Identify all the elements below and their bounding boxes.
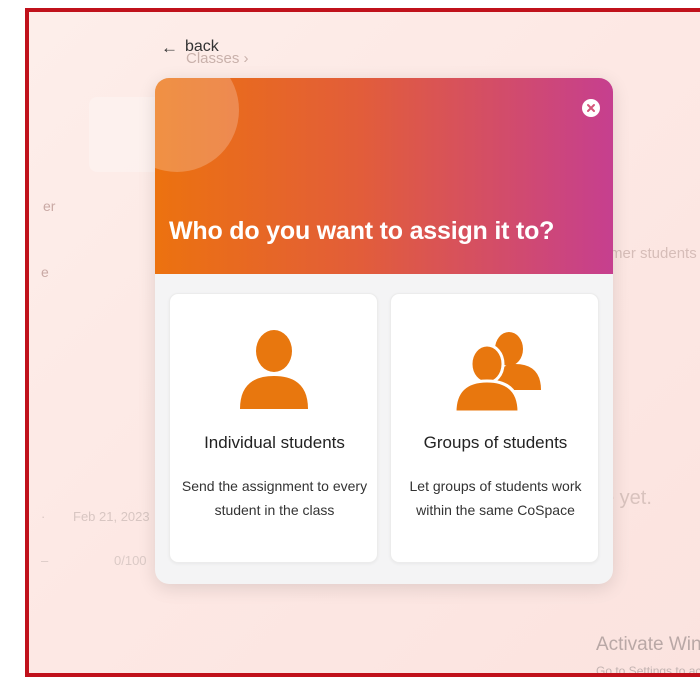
group-icon [453, 332, 541, 412]
background-fragment: e [41, 264, 49, 280]
option-description: Let groups of students work within the s… [409, 478, 582, 518]
question-mark-icon: ? [155, 78, 239, 172]
background-score: 0/100 [114, 553, 147, 568]
background-dash: – [41, 553, 49, 568]
option-individual-students[interactable]: Individual students Send the assignment … [169, 293, 378, 563]
modal-header: ? Who do you want to assign it to? [155, 78, 613, 274]
background-dot: · [41, 509, 46, 524]
background-fragment: er [43, 198, 56, 214]
arrow-left-icon: ← [161, 37, 178, 57]
person-icon [240, 330, 308, 409]
modal-title: Who do you want to assign it to? [169, 217, 555, 245]
option-groups-of-students[interactable]: Groups of students Let groups of student… [390, 293, 599, 563]
option-description: Send the assignment to every student in … [181, 478, 368, 518]
background-former-students: rmer students [605, 245, 697, 262]
background-date: Feb 21, 2023 [73, 509, 150, 524]
option-title: Groups of students [423, 433, 568, 452]
back-button[interactable]: ← back [161, 38, 219, 56]
back-label: back [185, 38, 219, 55]
activate-windows-title: Activate Windows [596, 634, 700, 655]
close-icon[interactable] [582, 99, 600, 117]
activate-windows-subtitle: Go to Settings to activate Windows. [596, 664, 700, 677]
assign-modal: ? Who do you want to assign it to? Indiv… [155, 78, 613, 584]
option-title: Individual students [204, 433, 345, 452]
